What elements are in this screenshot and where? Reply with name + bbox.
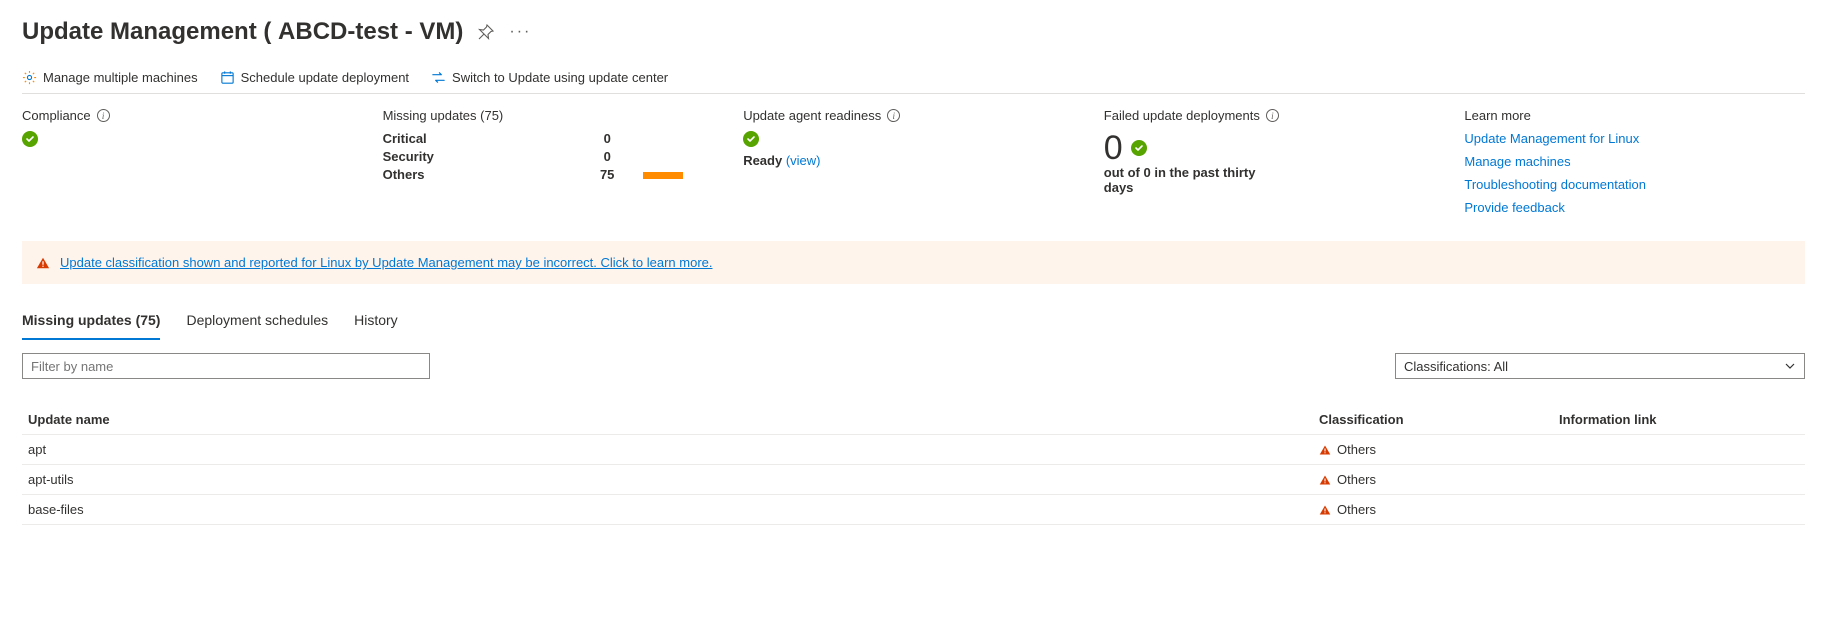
checkmark-icon (22, 131, 38, 147)
table-row[interactable]: base-files Others (22, 495, 1805, 525)
page-title-row: Update Management ( ABCD-test - VM) ··· (22, 18, 1805, 46)
tab-missing-updates[interactable]: Missing updates (75) (22, 306, 160, 340)
calendar-icon (220, 70, 235, 85)
col-classification[interactable]: Classification (1319, 412, 1559, 427)
warning-icon (1319, 444, 1331, 456)
schedule-update-label: Schedule update deployment (241, 70, 409, 85)
chevron-down-icon (1784, 360, 1796, 372)
agent-readiness-card: Update agent readiness i Ready (view) (743, 108, 1084, 215)
gear-icon (22, 70, 37, 85)
failed-deployments-card: Failed update deployments i 0 out of 0 i… (1104, 108, 1445, 215)
learn-link-feedback[interactable]: Provide feedback (1464, 200, 1805, 215)
cell-update-name: apt (28, 442, 1319, 457)
learn-link-manage-machines[interactable]: Manage machines (1464, 154, 1805, 169)
col-update-name[interactable]: Update name (28, 412, 1319, 427)
warning-icon (36, 256, 50, 270)
missing-updates-card: Missing updates (75) Critical 0 Security… (383, 108, 724, 215)
manage-multiple-label: Manage multiple machines (43, 70, 198, 85)
info-icon[interactable]: i (97, 109, 110, 122)
summary-panel: Compliance i Missing updates (75) Critic… (22, 94, 1805, 225)
switch-update-center-button[interactable]: Switch to Update using update center (431, 70, 668, 85)
failed-subtext: out of 0 in the past thirty days (1104, 165, 1274, 195)
agent-readiness-label: Update agent readiness (743, 108, 881, 123)
updates-grid: Update name Classification Information l… (22, 405, 1805, 525)
failed-deployments-label: Failed update deployments (1104, 108, 1260, 123)
table-row[interactable]: apt-utils Others (22, 465, 1805, 495)
more-icon[interactable]: ··· (509, 23, 531, 41)
agent-status: Ready (743, 153, 782, 168)
classifications-value: Classifications: All (1404, 359, 1508, 374)
failed-count: 0 (1104, 131, 1123, 165)
cell-classification: Others (1337, 472, 1376, 487)
col-information-link[interactable]: Information link (1559, 412, 1799, 427)
info-icon[interactable]: i (887, 109, 900, 122)
command-bar: Manage multiple machines Schedule update… (22, 70, 1805, 94)
critical-value: 0 (587, 131, 627, 146)
security-label: Security (383, 149, 572, 164)
table-row[interactable]: apt Others (22, 435, 1805, 465)
checkmark-icon (743, 131, 759, 147)
switch-update-label: Switch to Update using update center (452, 70, 668, 85)
tab-bar: Missing updates (75) Deployment schedule… (22, 306, 1805, 341)
classifications-dropdown[interactable]: Classifications: All (1395, 353, 1805, 379)
grid-header-row: Update name Classification Information l… (22, 405, 1805, 435)
cell-classification: Others (1337, 502, 1376, 517)
missing-updates-label: Missing updates (75) (383, 108, 504, 123)
tab-deployment-schedules[interactable]: Deployment schedules (186, 306, 328, 340)
learn-more-label: Learn more (1464, 108, 1530, 123)
critical-label: Critical (383, 131, 572, 146)
compliance-card: Compliance i (22, 108, 363, 215)
title-prefix: Update Management ( (22, 18, 278, 45)
learn-link-troubleshooting[interactable]: Troubleshooting documentation (1464, 177, 1805, 192)
checkmark-icon (1131, 140, 1147, 156)
filter-row: Classifications: All (22, 353, 1805, 379)
learn-link-update-linux[interactable]: Update Management for Linux (1464, 131, 1805, 146)
manage-multiple-machines-button[interactable]: Manage multiple machines (22, 70, 198, 85)
warning-icon (1319, 474, 1331, 486)
cell-classification: Others (1337, 442, 1376, 457)
info-icon[interactable]: i (1266, 109, 1279, 122)
others-value: 75 (587, 167, 627, 182)
others-bar (643, 172, 683, 179)
warning-icon (1319, 504, 1331, 516)
view-agent-link[interactable]: (view) (786, 153, 821, 168)
cell-update-name: apt-utils (28, 472, 1319, 487)
learn-more-card: Learn more Update Management for Linux M… (1464, 108, 1805, 215)
swap-icon (431, 70, 446, 85)
cell-update-name: base-files (28, 502, 1319, 517)
others-label: Others (383, 167, 572, 182)
page-title: Update Management ( ABCD-test - VM) (22, 18, 463, 46)
title-suffix: -test - VM) (347, 18, 463, 45)
filter-by-name-input[interactable] (22, 353, 430, 379)
compliance-label: Compliance (22, 108, 91, 123)
security-value: 0 (587, 149, 627, 164)
title-resource-name: ABCD (278, 18, 347, 45)
schedule-update-deployment-button[interactable]: Schedule update deployment (220, 70, 409, 85)
pin-icon[interactable] (478, 24, 494, 40)
warning-banner-link[interactable]: Update classification shown and reported… (60, 255, 713, 270)
warning-banner: Update classification shown and reported… (22, 241, 1805, 284)
tab-history[interactable]: History (354, 306, 398, 340)
